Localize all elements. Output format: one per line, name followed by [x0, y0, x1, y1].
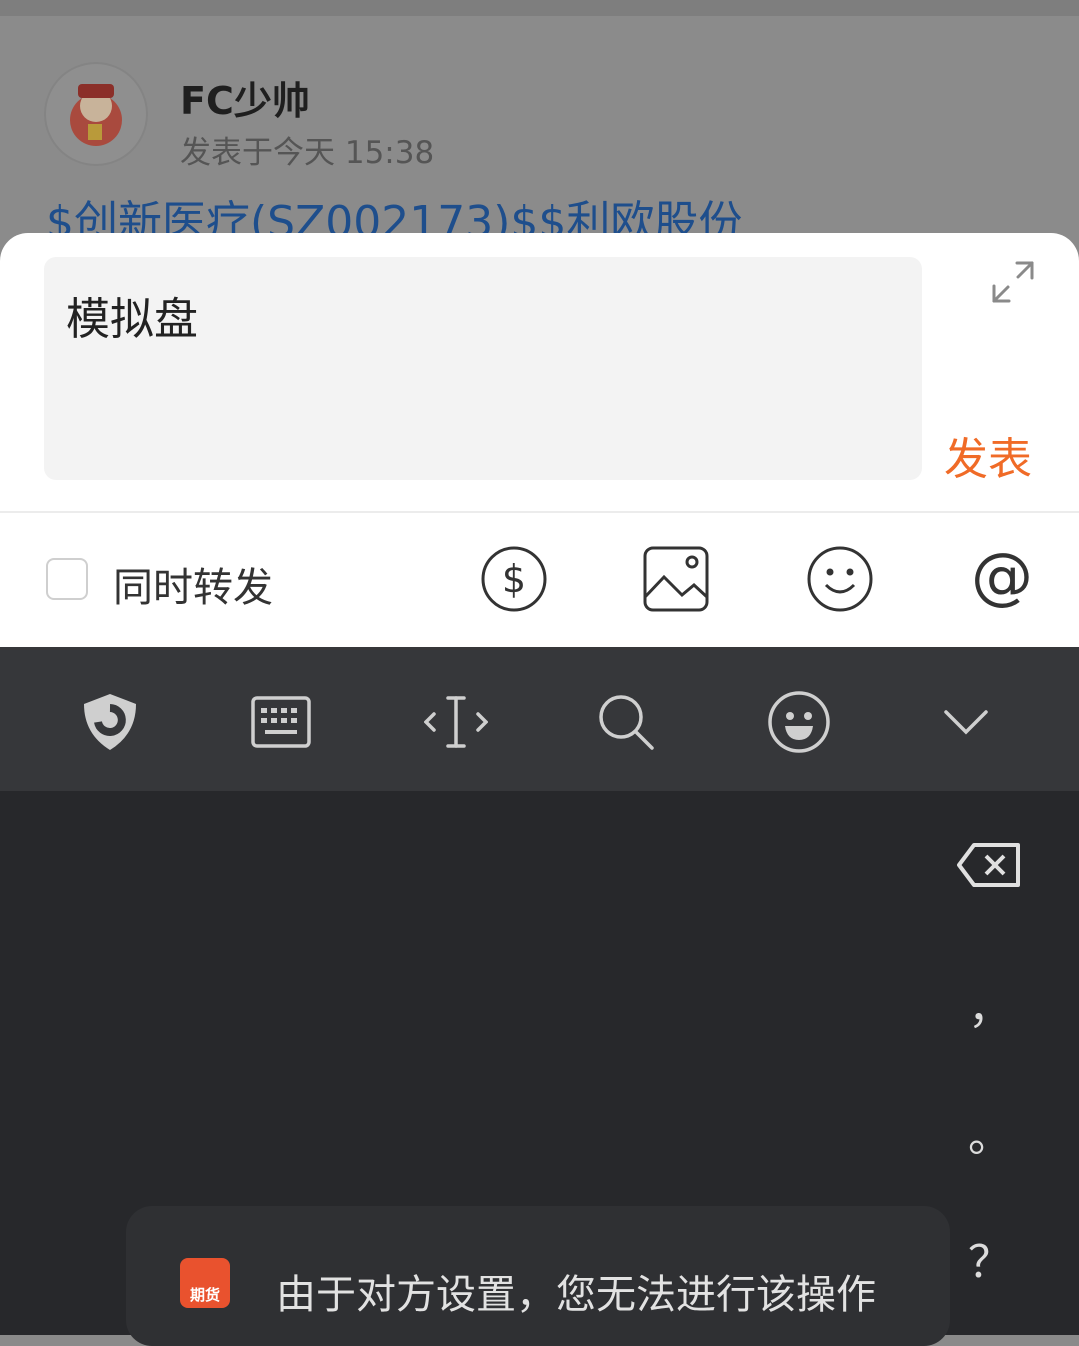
keyboard-icon[interactable] [249, 690, 313, 754]
svg-text:$: $ [502, 557, 526, 601]
post-card: FC少帅 发表于今天 15:38 $创新医疗(SZ002173)$$利欧股份 [0, 0, 1079, 260]
question-key[interactable]: ？ [950, 1226, 1030, 1290]
toast-text: 由于对方设置，您无法进行该操作 [276, 1272, 876, 1318]
search-icon[interactable] [594, 690, 658, 754]
period-key[interactable]: 。 [950, 1100, 1030, 1164]
image-icon[interactable] [642, 545, 710, 613]
comma-key[interactable]: ， [950, 972, 1030, 1036]
toast-message: 期货 由于对方设置，您无法进行该操作 [126, 1206, 950, 1346]
svg-text:@: @ [971, 545, 1033, 612]
app-logo-text: 期货 [189, 1286, 220, 1304]
keyboard-toolbar [0, 647, 1079, 791]
emoji-icon[interactable] [767, 690, 831, 754]
post-author[interactable]: FC少帅 [180, 70, 310, 125]
repost-label[interactable]: 同时转发 [113, 555, 273, 613]
repost-checkbox[interactable] [46, 558, 88, 600]
chevron-down-icon[interactable] [934, 690, 998, 754]
comment-composer: 模拟盘 发表 同时转发 $ @ [0, 233, 1079, 647]
cursor-icon[interactable] [424, 690, 488, 754]
publish-button[interactable]: 发表 [944, 423, 1032, 487]
at-icon[interactable]: @ [968, 545, 1036, 613]
avatar[interactable] [44, 62, 148, 166]
app-logo: 期货 [180, 1258, 230, 1308]
post-time: 发表于今天 15:38 [180, 135, 435, 171]
comment-input[interactable]: 模拟盘 [44, 257, 922, 480]
divider [0, 511, 1079, 513]
dollar-icon[interactable]: $ [480, 545, 548, 613]
expand-icon[interactable] [990, 259, 1036, 305]
shield-icon[interactable] [78, 690, 142, 754]
top-strip [0, 0, 1079, 16]
backspace-icon[interactable] [956, 842, 1022, 888]
emoji-icon[interactable] [806, 545, 874, 613]
comment-input-value: 模拟盘 [66, 294, 198, 345]
